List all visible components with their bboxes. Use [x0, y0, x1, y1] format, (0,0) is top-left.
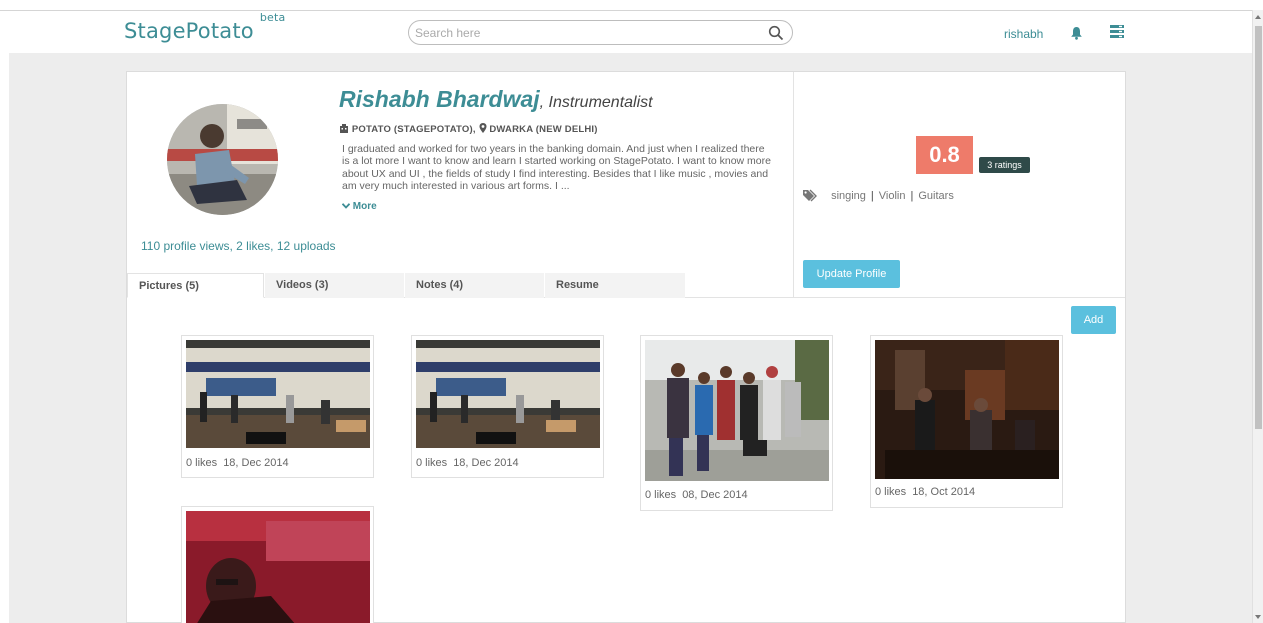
tag-item[interactable]: Guitars	[918, 190, 953, 202]
tab-pictures[interactable]: Pictures (5)	[127, 273, 264, 298]
add-button[interactable]: Add	[1071, 306, 1116, 334]
location-pin-icon	[479, 123, 487, 133]
picture-card[interactable]	[181, 506, 374, 623]
picture-caption: 0 likes 18, Dec 2014	[186, 457, 295, 469]
building-icon	[340, 124, 348, 133]
profile-bio: I graduated and worked for two years in …	[342, 143, 771, 193]
profile-stats: 110 profile views, 2 likes, 12 uploads	[141, 239, 336, 253]
tag-separator: |	[910, 190, 914, 202]
profile-location: DWARKA (NEW DELHI)	[489, 124, 598, 135]
picture-card[interactable]: 0 likes 18, Dec 2014	[181, 335, 374, 478]
chevron-down-icon	[341, 203, 351, 209]
picture-thumbnail[interactable]	[416, 340, 600, 448]
ratings-count-badge: 3 ratings	[979, 157, 1030, 173]
tab-resume[interactable]: Resume	[545, 273, 685, 298]
tab-label: Videos (3)	[276, 279, 329, 291]
picture-thumbnail[interactable]	[186, 511, 370, 623]
scroll-up-arrow-icon[interactable]	[1255, 15, 1261, 19]
scroll-down-arrow-icon[interactable]	[1255, 615, 1261, 619]
scrollbar-thumb[interactable]	[1255, 26, 1262, 429]
tab-label: Notes (4)	[416, 279, 464, 291]
site-logo[interactable]: StagePotato beta	[124, 11, 285, 43]
logo-text: StagePotato	[124, 19, 254, 43]
search-box	[408, 20, 793, 45]
more-link[interactable]: More	[341, 201, 377, 212]
picture-date: 18, Oct 2014	[912, 486, 976, 498]
update-profile-button[interactable]: Update Profile	[803, 260, 900, 288]
tag-item[interactable]: Violin	[879, 190, 906, 202]
profile-role: , Instrumentalist	[539, 94, 653, 111]
more-label: More	[352, 201, 377, 212]
bell-icon[interactable]	[1070, 26, 1083, 40]
tag-item[interactable]: singing	[831, 190, 866, 202]
tab-videos[interactable]: Videos (3)	[265, 273, 404, 298]
search-input[interactable]	[415, 24, 755, 41]
picture-thumbnail[interactable]	[186, 340, 370, 448]
picture-thumbnail[interactable]	[875, 340, 1059, 479]
picture-likes: 0 likes	[645, 489, 677, 501]
tag-list: singing | Violin | Guitars	[803, 189, 954, 202]
rating-score: 0.8	[916, 136, 973, 174]
vertical-divider	[793, 72, 794, 297]
picture-card[interactable]: 0 likes 18, Oct 2014	[870, 335, 1063, 508]
profile-name-text: Rishabh Bhardwaj	[339, 86, 540, 112]
picture-card[interactable]: 0 likes 18, Dec 2014	[411, 335, 604, 478]
top-navbar: StagePotato beta rishabh	[0, 11, 1252, 53]
profile-org: POTATO (STAGEPOTATO),	[351, 124, 476, 135]
beta-badge: beta	[259, 11, 286, 24]
list-menu-icon[interactable]	[1110, 25, 1124, 38]
picture-caption: 0 likes 18, Oct 2014	[875, 486, 981, 498]
picture-date: 18, Dec 2014	[223, 457, 289, 469]
picture-thumbnail[interactable]	[645, 340, 829, 481]
picture-likes: 0 likes	[416, 457, 448, 469]
profile-name: Rishabh Bhardwaj, Instrumentalist	[339, 86, 653, 113]
tag-separator: |	[870, 190, 874, 202]
tab-label: Pictures (5)	[139, 280, 199, 292]
user-menu-link[interactable]: rishabh	[1004, 27, 1043, 41]
profile-card: Rishabh Bhardwaj, Instrumentalist POTATO…	[126, 71, 1126, 623]
picture-caption: 0 likes 08, Dec 2014	[645, 489, 754, 501]
tags-icon	[803, 189, 817, 202]
picture-caption: 0 likes 18, Dec 2014	[416, 457, 525, 469]
picture-card[interactable]: 0 likes 08, Dec 2014	[640, 335, 833, 511]
picture-date: 08, Dec 2014	[682, 489, 748, 501]
tab-notes[interactable]: Notes (4)	[405, 273, 544, 298]
picture-date: 18, Dec 2014	[453, 457, 519, 469]
scrollbar[interactable]	[1252, 10, 1263, 623]
profile-meta: POTATO (STAGEPOTATO), DWARKA (NEW DELHI)	[339, 123, 598, 135]
picture-likes: 0 likes	[186, 457, 218, 469]
avatar[interactable]	[167, 104, 278, 215]
search-icon[interactable]	[768, 25, 784, 41]
tab-label: Resume	[556, 279, 599, 291]
picture-likes: 0 likes	[875, 486, 907, 498]
